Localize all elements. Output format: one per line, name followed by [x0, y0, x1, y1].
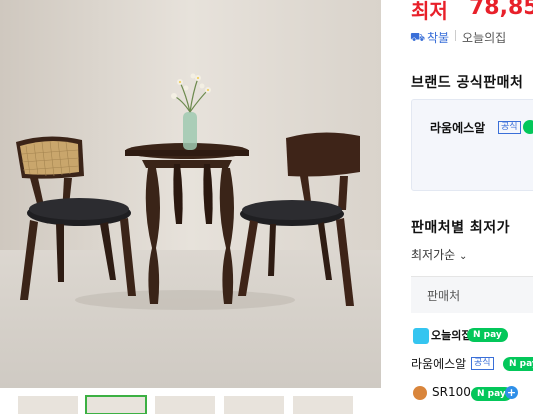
thumbnail-4[interactable] [224, 396, 284, 414]
chevron-down-icon: ⌄ [459, 251, 468, 262]
product-photo-svg [0, 0, 381, 388]
seller-row-1-name[interactable]: 오늘의집 [431, 327, 471, 343]
lowest-price-value: 78,85 [469, 0, 533, 20]
npay-badge: N pay [503, 357, 533, 371]
column-seller: 판매처 [427, 289, 461, 303]
thumbnail-3[interactable] [155, 396, 215, 414]
seller-row-2-name[interactable]: 라움에스알 [411, 355, 466, 372]
shop-icon [413, 386, 427, 400]
official-badge: 공식 [471, 357, 494, 370]
sort-label: 최저가순 [411, 248, 456, 262]
truck-icon: ⛟ [410, 30, 426, 44]
thumbnail-5[interactable] [293, 396, 353, 414]
best-price-heading: 판매처별 최저가 [411, 220, 511, 236]
official-badge: 공식 [498, 121, 521, 134]
lowest-price-label: 최저 [411, 0, 448, 23]
divider [455, 30, 456, 41]
shipping-type: 착불 [427, 31, 450, 45]
sort-dropdown[interactable]: 최저가순 ⌄ [411, 246, 467, 263]
home-icon [413, 328, 429, 344]
thumbnail-1[interactable] [18, 396, 78, 414]
price-panel: 최저 78,85 ⛟ 착불 오늘의집 브랜드 공식판매처 라움에스알 공식 판매… [381, 0, 533, 412]
official-seller-name[interactable]: 라움에스알 [430, 119, 485, 136]
thumbnail-strip [0, 388, 381, 414]
thumbnail-2-selected[interactable] [85, 395, 147, 414]
plus-icon: + [505, 386, 518, 399]
official-seller-card[interactable] [411, 99, 533, 191]
npay-badge: N pay [467, 328, 508, 342]
product-main-image[interactable] [0, 0, 381, 388]
official-seller-heading: 브랜드 공식판매처 [411, 75, 524, 91]
seller-row-3-name[interactable]: SR100 [432, 385, 471, 399]
npay-icon [523, 120, 533, 134]
shipping-mall[interactable]: 오늘의집 [462, 29, 506, 46]
